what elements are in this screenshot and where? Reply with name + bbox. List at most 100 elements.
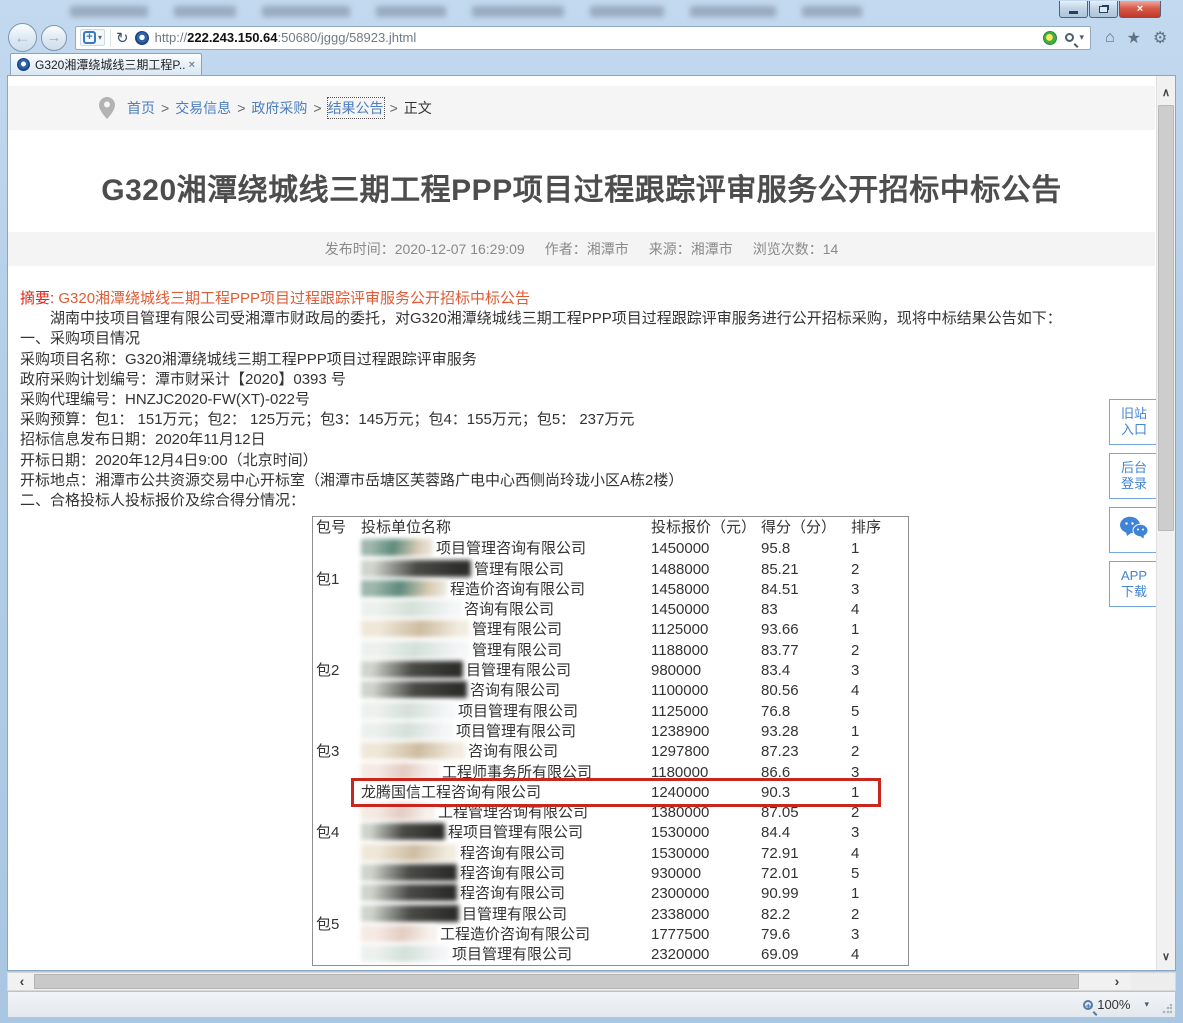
rank-cell: 1 <box>848 884 908 904</box>
rank-cell: 2 <box>848 742 908 762</box>
back-button[interactable]: ← <box>8 23 37 52</box>
redacted-company-name <box>361 742 465 759</box>
bid-price-cell: 2320000 <box>648 945 758 965</box>
rank-cell: 2 <box>848 905 908 925</box>
site-favicon <box>135 31 149 45</box>
article-paragraph: 开标地点：湘潭市公共资源交易中心开标室（湘潭市岳塘区芙蓉路广电中心西侧尚玲珑小区… <box>20 471 1143 491</box>
bid-results-table: 包号投标单位名称投标报价（元）得分（分）排序 包1项目管理咨询有限公司14500… <box>312 516 909 966</box>
breadcrumb-link-4[interactable]: 结果公告 <box>328 98 384 118</box>
table-header-cell: 排序 <box>848 517 908 539</box>
side-button-label: APP <box>1121 568 1147 584</box>
site-safety-icon[interactable] <box>1043 31 1057 45</box>
side-button-label: 入口 <box>1121 422 1147 438</box>
search-icon[interactable] <box>1065 33 1074 42</box>
bidder-name: 程咨询有限公司 <box>460 865 565 882</box>
vertical-scroll-thumb[interactable] <box>1158 105 1174 531</box>
forward-button[interactable]: → <box>41 25 67 51</box>
rank-cell: 5 <box>848 702 908 722</box>
bidder-name: 程咨询有限公司 <box>460 885 565 902</box>
bidder-name-cell: 程项目管理有限公司 <box>358 823 648 843</box>
package-rows: 管理有限公司112500093.661管理有限公司118800083.772目管… <box>358 620 908 721</box>
bid-price-cell: 1458000 <box>648 580 758 600</box>
score-cell: 83.77 <box>758 641 848 661</box>
table-row: 目管理有限公司98000083.43 <box>358 661 908 681</box>
scroll-left-icon[interactable]: ‹ <box>12 973 32 990</box>
bid-price-cell: 1297800 <box>648 742 758 762</box>
close-button[interactable]: × <box>1119 1 1161 18</box>
bid-price-cell: 1777500 <box>648 925 758 945</box>
score-cell: 93.66 <box>758 620 848 640</box>
vertical-scrollbar[interactable]: ∧ ∨ <box>1156 76 1175 970</box>
redacted-company-name <box>361 661 463 678</box>
wechat-icon <box>1119 515 1149 545</box>
bid-price-cell: 2300000 <box>648 884 758 904</box>
settings-gear-icon[interactable]: ⚙ <box>1153 28 1167 48</box>
bidder-name: 工程管理咨询有限公司 <box>438 804 588 821</box>
favorites-star-icon[interactable]: ★ <box>1127 28 1141 48</box>
resize-grip[interactable] <box>1162 1004 1172 1014</box>
zoom-level[interactable]: 100% <box>1097 997 1130 1012</box>
home-icon[interactable]: ⌂ <box>1105 29 1115 47</box>
redacted-company-name <box>361 823 445 840</box>
zoom-magnifier-icon[interactable]: + <box>1083 1000 1093 1010</box>
bid-price-cell: 1240000 <box>648 783 758 803</box>
tab-close-icon[interactable]: × <box>189 59 195 71</box>
scroll-up-icon[interactable]: ∧ <box>1157 85 1175 102</box>
compatibility-view-button[interactable]: + ▾ <box>80 29 105 46</box>
article-paragraph: 采购项目名称：G320湘潭绕城线三期工程PPP项目过程跟踪评审服务 <box>20 350 1143 370</box>
package-label: 包4 <box>313 783 358 884</box>
bidder-name-cell: 目管理有限公司 <box>358 661 648 681</box>
bidder-name-cell: 咨询有限公司 <box>358 681 648 701</box>
restore-button[interactable] <box>1089 1 1118 18</box>
horizontal-scrollbar[interactable]: ‹ › <box>7 972 1176 991</box>
app-download-button[interactable]: APP下载 <box>1109 561 1159 607</box>
divider <box>110 29 111 47</box>
redacted-company-name <box>361 864 457 881</box>
blurred-background-tabs <box>70 6 888 17</box>
minimize-button[interactable] <box>1059 1 1088 18</box>
score-cell: 87.05 <box>758 803 848 823</box>
bid-price-cell: 1238900 <box>648 722 758 742</box>
horizontal-scroll-thumb[interactable] <box>34 974 1079 989</box>
address-bar[interactable]: + ▾ ↻ http://222.243.150.64:50680/jggg/5… <box>75 26 1091 50</box>
url-text[interactable]: http://222.243.150.64:50680/jggg/58923.j… <box>155 30 1044 45</box>
table-row: 目管理有限公司233800082.22 <box>358 905 908 925</box>
bid-price-cell: 980000 <box>648 661 758 681</box>
breadcrumb-link-2[interactable]: 交易信息 <box>175 98 231 118</box>
scroll-down-icon[interactable]: ∨ <box>1157 949 1175 966</box>
table-row: 项目管理有限公司123890093.281 <box>358 722 908 742</box>
bid-price-cell: 930000 <box>648 864 758 884</box>
restore-icon <box>1099 6 1108 13</box>
breadcrumb-link-3[interactable]: 政府采购 <box>251 98 307 118</box>
rank-cell: 2 <box>848 560 908 580</box>
wechat-button[interactable] <box>1109 507 1159 553</box>
redacted-company-name <box>361 945 449 962</box>
bidder-name-cell: 程咨询有限公司 <box>358 884 648 904</box>
tab-title: G320湘潭绕城线三期工程P... <box>35 56 185 73</box>
blurred-tab <box>70 6 148 17</box>
bid-price-cell: 1530000 <box>648 844 758 864</box>
browser-tab[interactable]: G320湘潭绕城线三期工程P... × <box>10 53 202 75</box>
redacted-company-name <box>361 641 469 658</box>
refresh-icon[interactable]: ↻ <box>116 29 129 47</box>
search-dropdown-caret[interactable]: ▾ <box>1079 32 1084 43</box>
bid-price-cell: 1488000 <box>648 560 758 580</box>
article-paragraph: 招标信息发布日期：2020年11月12日 <box>20 430 1143 450</box>
side-button-label: 登录 <box>1121 476 1147 492</box>
bidder-name: 咨询有限公司 <box>470 682 560 699</box>
location-pin-icon <box>99 97 115 119</box>
backend-login-button[interactable]: 后台登录 <box>1109 453 1159 499</box>
bidder-name: 管理有限公司 <box>472 642 562 659</box>
rank-cell: 2 <box>848 803 908 823</box>
zoom-dropdown-caret[interactable]: ▾ <box>1144 999 1149 1010</box>
bidder-name: 程项目管理有限公司 <box>448 824 583 841</box>
scroll-right-icon[interactable]: › <box>1107 973 1127 990</box>
article-body: 摘要: G320湘潭绕城线三期工程PPP项目过程跟踪评审服务公开招标中标公告 湖… <box>8 289 1155 966</box>
old-site-entry-button[interactable]: 旧站入口 <box>1109 399 1159 445</box>
article-paragraph: 湖南中技项目管理有限公司受湘潭市财政局的委托，对G320湘潭绕城线三期工程PPP… <box>20 309 1143 329</box>
breadcrumb-link-1[interactable]: 首页 <box>127 98 155 118</box>
table-row: 工程管理咨询有限公司138000087.052 <box>358 803 908 823</box>
table-row: 管理有限公司112500093.661 <box>358 620 908 640</box>
table-row: 程咨询有限公司230000090.991 <box>358 884 908 904</box>
table-row: 咨询有限公司129780087.232 <box>358 742 908 762</box>
